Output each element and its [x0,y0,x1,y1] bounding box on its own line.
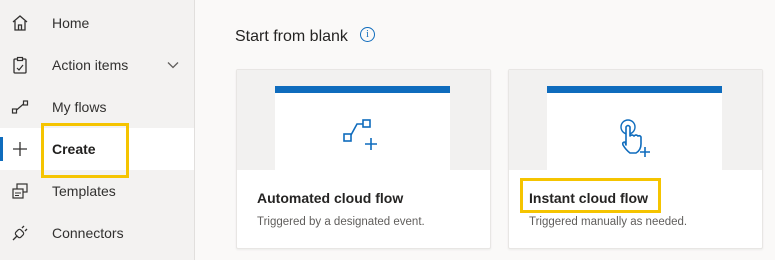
card-title: Automated cloud flow [257,190,404,206]
nav-item-label: Home [52,15,90,31]
card-instant-cloud-flow[interactable]: Instant cloud flow Triggered manually as… [508,69,763,249]
plug-icon [10,223,30,243]
nav-item-create[interactable]: Create [0,128,194,170]
chevron-down-icon[interactable] [166,58,180,77]
card-preview [509,70,762,170]
main-content: Start from blank i Automated cloud flow … [195,0,775,260]
card-automated-cloud-flow[interactable]: Automated cloud flow Triggered by a desi… [236,69,491,249]
active-indicator [0,137,3,161]
info-icon[interactable]: i [360,27,375,42]
preview-sheet [275,86,450,170]
home-icon [10,13,30,33]
touch-icon [613,117,657,161]
nav-item-my-flows[interactable]: My flows [0,86,194,128]
card-title: Instant cloud flow [529,190,648,206]
automated-flow-icon [341,117,385,161]
nav-item-connectors[interactable]: Connectors [0,212,194,254]
nav-item-label: Connectors [52,225,124,241]
card-preview [237,70,490,170]
templates-icon [10,181,30,201]
card-description: Triggered by a designated event. [257,216,425,228]
nav-item-home[interactable]: Home [0,2,194,44]
nav-item-label: Action items [52,57,129,73]
preview-sheet [547,86,722,170]
clipboard-icon [10,55,30,75]
nav-item-action-items[interactable]: Action items [0,44,194,86]
left-nav: Home Action items My flows Create Templa… [0,0,195,260]
nav-item-templates[interactable]: Templates [0,170,194,212]
plus-icon [10,139,30,159]
flow-icon [10,97,30,117]
preview-accent-bar [547,86,722,93]
nav-item-label: Create [52,141,96,157]
nav-item-label: Templates [52,183,116,199]
card-description: Triggered manually as needed. [529,216,688,228]
section-title: Start from blank [235,28,348,45]
nav-item-label: My flows [52,99,107,115]
preview-accent-bar [275,86,450,93]
